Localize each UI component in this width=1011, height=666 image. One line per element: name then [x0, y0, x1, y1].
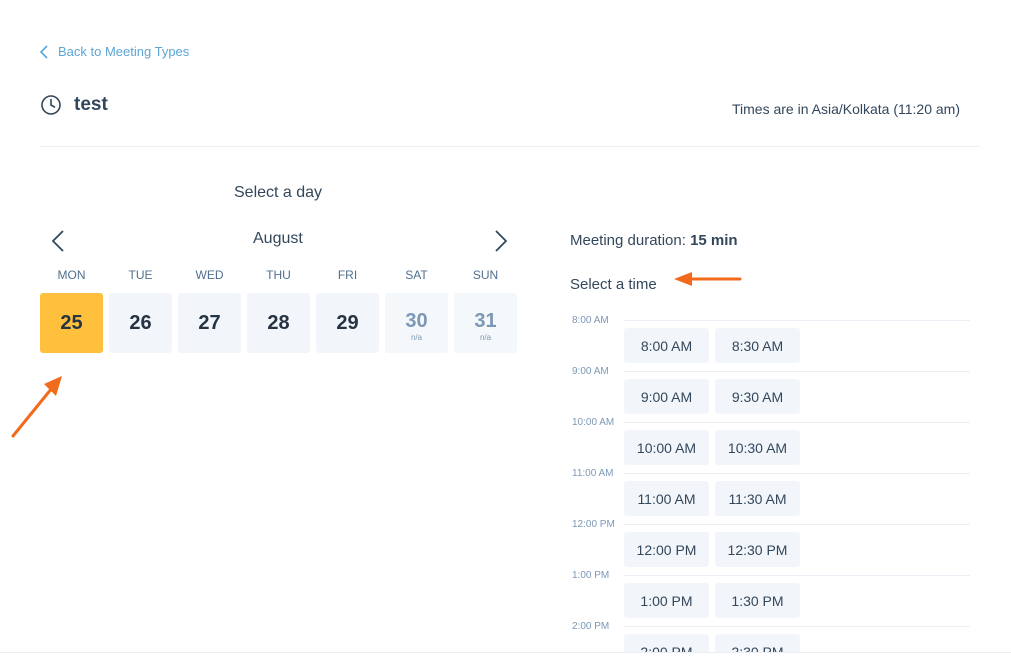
hour-row: 9:00 AM 9:00 AM 9:30 AM: [570, 365, 970, 416]
weekday-label: TUE: [128, 268, 153, 282]
hour-label: 9:00 AM: [572, 366, 609, 377]
chevron-left-icon: [40, 44, 48, 59]
time-slot-button[interactable]: 8:00 AM: [624, 328, 709, 363]
time-slot-button[interactable]: 1:30 PM: [715, 583, 800, 618]
hour-divider: [624, 575, 970, 576]
time-slot-list: 8:00 AM 8:00 AM 8:30 AM 9:00 AM 9:00 AM …: [570, 314, 970, 666]
time-slot-button[interactable]: 11:30 AM: [715, 481, 800, 516]
day-number: 27: [198, 312, 221, 334]
hour-row: 10:00 AM 10:00 AM 10:30 AM: [570, 416, 970, 467]
time-slot-button[interactable]: 11:00 AM: [624, 481, 709, 516]
chevron-left-icon: [52, 230, 64, 252]
timezone-text: Times are in Asia/Kolkata (11:20 am): [732, 101, 960, 117]
day-row: 25 26 27 28 29 30 n/a 31 n/a: [40, 293, 517, 353]
day-31-unavailable: 31 n/a: [454, 293, 517, 353]
weekday-label: MON: [57, 268, 86, 282]
clock-icon: [41, 95, 61, 115]
back-link-label: Back to Meeting Types: [58, 44, 190, 59]
hour-row: 11:00 AM 11:00 AM 11:30 AM: [570, 467, 970, 518]
hour-divider: [624, 371, 970, 372]
meeting-title: test: [74, 94, 108, 115]
duration-label: Meeting duration:: [570, 232, 686, 249]
weekday-label: WED: [195, 268, 224, 282]
hour-label: 10:00 AM: [572, 417, 615, 428]
hour-row: 8:00 AM 8:00 AM 8:30 AM: [570, 314, 970, 365]
day-number: 31: [474, 309, 497, 332]
hour-divider: [624, 320, 970, 321]
chevron-right-icon: [495, 230, 507, 252]
time-slot-button[interactable]: 1:00 PM: [624, 583, 709, 618]
day-28[interactable]: 28: [247, 293, 310, 353]
day-number: 29: [336, 312, 359, 334]
header-divider: [40, 146, 980, 147]
hour-row: 1:00 PM 1:00 PM 1:30 PM: [570, 569, 970, 620]
time-slot-button[interactable]: 10:00 AM: [624, 430, 709, 465]
weekday-label: FRI: [337, 268, 358, 282]
hour-label: 12:00 PM: [572, 519, 615, 530]
time-slot-button[interactable]: 12:00 PM: [624, 532, 709, 567]
time-slot-button[interactable]: 9:30 AM: [715, 379, 800, 414]
prev-month-button[interactable]: [46, 229, 70, 253]
day-30-unavailable: 30 n/a: [385, 293, 448, 353]
day-27[interactable]: 27: [178, 293, 241, 353]
day-number: 30: [405, 309, 428, 332]
hour-divider: [624, 524, 970, 525]
page-bottom-edge: [0, 652, 1011, 666]
hour-row: 12:00 PM 12:00 PM 12:30 PM: [570, 518, 970, 569]
day-25-selected[interactable]: 25: [40, 293, 103, 353]
weekday-label: THU: [266, 268, 291, 282]
hour-label: 2:00 PM: [572, 621, 610, 632]
day-number: 26: [129, 312, 152, 334]
back-to-meeting-types-link[interactable]: Back to Meeting Types: [40, 44, 189, 59]
month-label: August: [253, 230, 303, 247]
hour-label: 11:00 AM: [572, 468, 614, 479]
time-slot-button[interactable]: 10:30 AM: [715, 430, 800, 465]
time-slot-button[interactable]: 12:30 PM: [715, 532, 800, 567]
time-slot-button[interactable]: 8:30 AM: [715, 328, 800, 363]
hour-divider: [624, 626, 970, 627]
day-29[interactable]: 29: [316, 293, 379, 353]
hour-label: 8:00 AM: [572, 315, 609, 326]
next-month-button[interactable]: [489, 229, 513, 253]
annotation-arrow-icon: [11, 376, 62, 438]
hour-divider: [624, 473, 970, 474]
select-day-heading: Select a day: [234, 184, 323, 201]
unavailable-note: n/a: [410, 332, 423, 342]
annotation-arrow-icon: [674, 272, 742, 286]
duration-value: 15 min: [690, 232, 738, 249]
hour-divider: [624, 422, 970, 423]
meeting-duration: Meeting duration: 15 min: [570, 232, 738, 249]
weekday-label: SUN: [472, 268, 499, 282]
hour-label: 1:00 PM: [572, 570, 610, 581]
select-time-heading: Select a time: [570, 276, 657, 293]
day-number: 28: [267, 312, 290, 334]
day-number: 25: [60, 312, 83, 334]
unavailable-note: n/a: [479, 332, 492, 342]
day-26[interactable]: 26: [109, 293, 172, 353]
weekday-label: SAT: [405, 268, 428, 282]
time-slot-button[interactable]: 9:00 AM: [624, 379, 709, 414]
meeting-header: test: [40, 94, 108, 116]
weekday-header: MON TUE WED THU FRI SAT SUN: [40, 268, 517, 282]
